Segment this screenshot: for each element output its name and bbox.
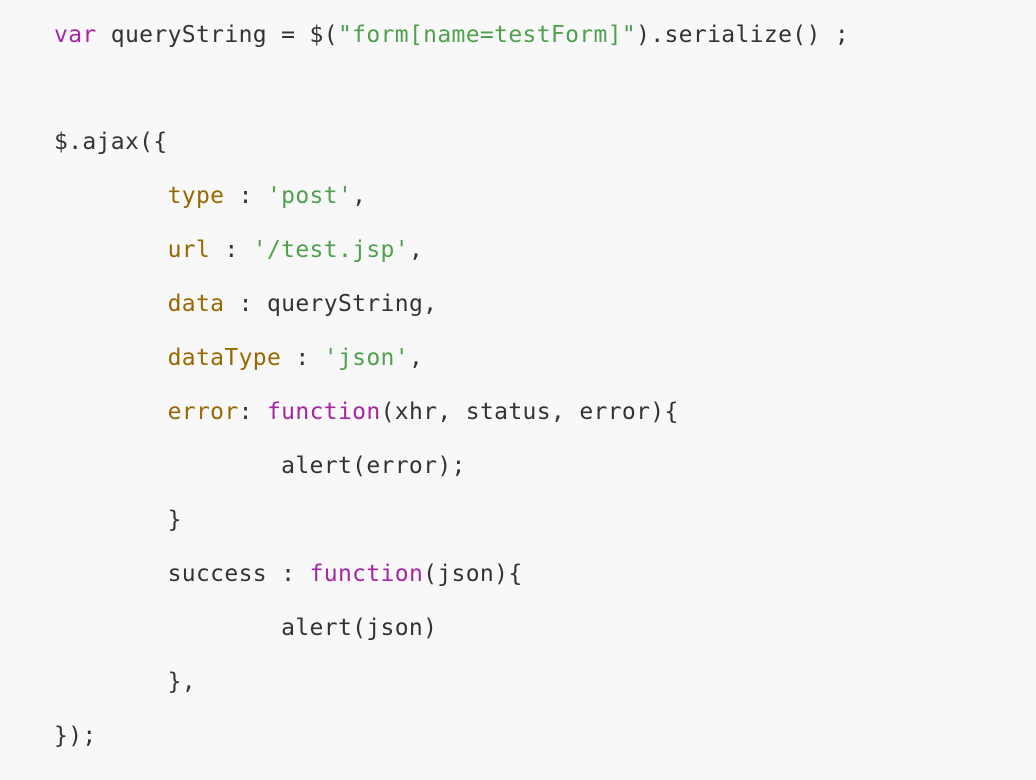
code-line-10: }: [54, 505, 182, 535]
code-token-plain: alert(json): [54, 615, 438, 641]
code-line-4: type : 'post',: [54, 181, 366, 211]
code-token-str: 'json': [323, 345, 409, 371]
code-token-kw: function: [266, 399, 381, 425]
code-token-plain: ,: [408, 345, 424, 371]
code-line-12: alert(json): [54, 613, 437, 643]
code-token-str: "form[name=testForm]": [337, 22, 637, 48]
code-token-plain: alert(error);: [54, 453, 466, 479]
code-token-prop: type: [167, 183, 225, 209]
code-token-str: 'post': [266, 183, 353, 209]
code-token-str: '/test.jsp': [252, 237, 409, 263]
code-token-plain: :: [281, 345, 324, 371]
code-token-plain: (json){: [423, 561, 523, 587]
code-token-plain: :: [224, 183, 267, 209]
code-line-14: });: [54, 721, 97, 751]
code-token-kw: var: [54, 22, 97, 48]
code-token-kw: function: [309, 561, 424, 587]
code-line-5: url : '/test.jsp',: [54, 235, 423, 265]
code-token-plain: ,: [352, 183, 367, 209]
code-line-11: success : function(json){: [54, 559, 523, 589]
code-token-plain: :: [238, 399, 267, 425]
code-token-plain: ,: [408, 237, 424, 263]
code-line-3: $.ajax({: [54, 127, 168, 157]
code-token-prop: error: [167, 399, 239, 425]
code-token-plain: (xhr, status, error){: [380, 399, 679, 425]
code-line-8: error: function(xhr, status, error){: [54, 397, 679, 427]
code-block: var queryString = $("form[name=testForm]…: [0, 0, 1036, 780]
code-token-plain: $.ajax({: [54, 129, 168, 155]
code-token-plain: });: [54, 723, 97, 749]
code-token-plain: }: [54, 507, 182, 533]
code-token-plain: :: [210, 237, 253, 263]
code-line-13: },: [54, 667, 196, 697]
code-token-plain: ).serialize() ;: [636, 22, 850, 48]
code-token-plain: },: [54, 669, 196, 695]
code-token-prop: url: [167, 237, 211, 263]
code-token-plain: : queryString,: [224, 291, 438, 317]
code-line-7: dataType : 'json',: [54, 343, 423, 373]
code-line-9: alert(error);: [54, 451, 466, 481]
code-token-prop: data: [167, 291, 225, 317]
code-line-6: data : queryString,: [54, 289, 437, 319]
code-token-prop: dataType: [167, 345, 282, 371]
code-token-plain: success :: [54, 561, 310, 587]
code-token-plain: queryString = $(: [96, 22, 338, 48]
code-line-1: var queryString = $("form[name=testForm]…: [54, 20, 849, 50]
